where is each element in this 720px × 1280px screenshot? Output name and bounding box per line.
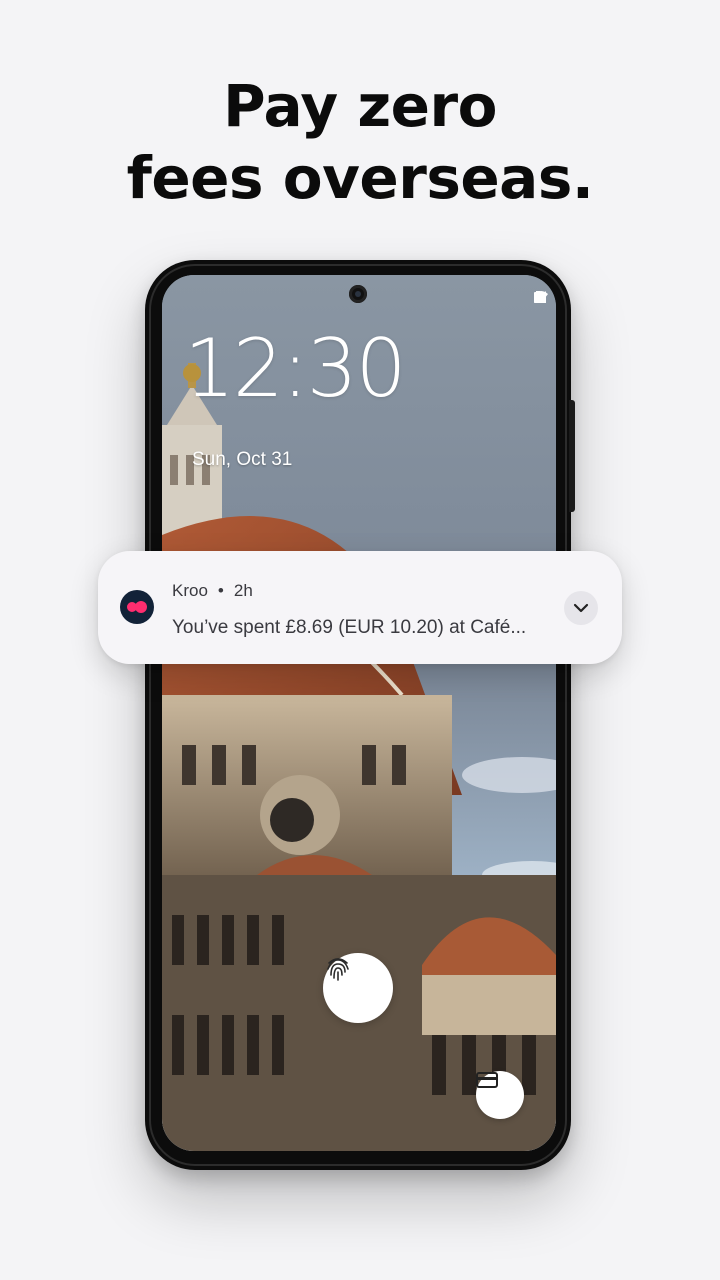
notification-app-name: Kroo xyxy=(172,581,208,600)
notification-header: Kroo • 2h xyxy=(172,581,253,601)
kroo-notification[interactable]: Kroo • 2h You’ve spent £8.69 (EUR 10.20)… xyxy=(98,551,622,664)
lock-screen: 12:30 Sun, Oct 31 xyxy=(162,275,556,1151)
notification-message: You’ve spent £8.69 (EUR 10.20) at Café..… xyxy=(172,617,527,638)
headline-line-1: Pay zero xyxy=(223,72,497,140)
battery-icon xyxy=(534,291,542,303)
lock-date: Sun, Oct 31 xyxy=(192,449,293,470)
headline-line-2: fees overseas. xyxy=(126,144,594,212)
lock-clock: 12:30 xyxy=(184,322,407,415)
wallet-shortcut-button[interactable] xyxy=(476,1071,524,1119)
kroo-logo-icon xyxy=(127,601,147,613)
wallet-card-icon xyxy=(476,1072,498,1088)
kroo-app-icon xyxy=(120,590,154,624)
chevron-down-icon xyxy=(573,603,589,613)
fingerprint-button[interactable] xyxy=(323,953,393,1023)
notification-age: 2h xyxy=(233,581,253,600)
notification-expand-button[interactable] xyxy=(564,591,598,625)
front-camera xyxy=(349,285,367,303)
headline: Pay zero fees overseas. xyxy=(0,70,720,214)
notification-separator: • xyxy=(217,581,224,600)
phone-side-button xyxy=(569,400,575,512)
fingerprint-icon xyxy=(327,958,349,981)
